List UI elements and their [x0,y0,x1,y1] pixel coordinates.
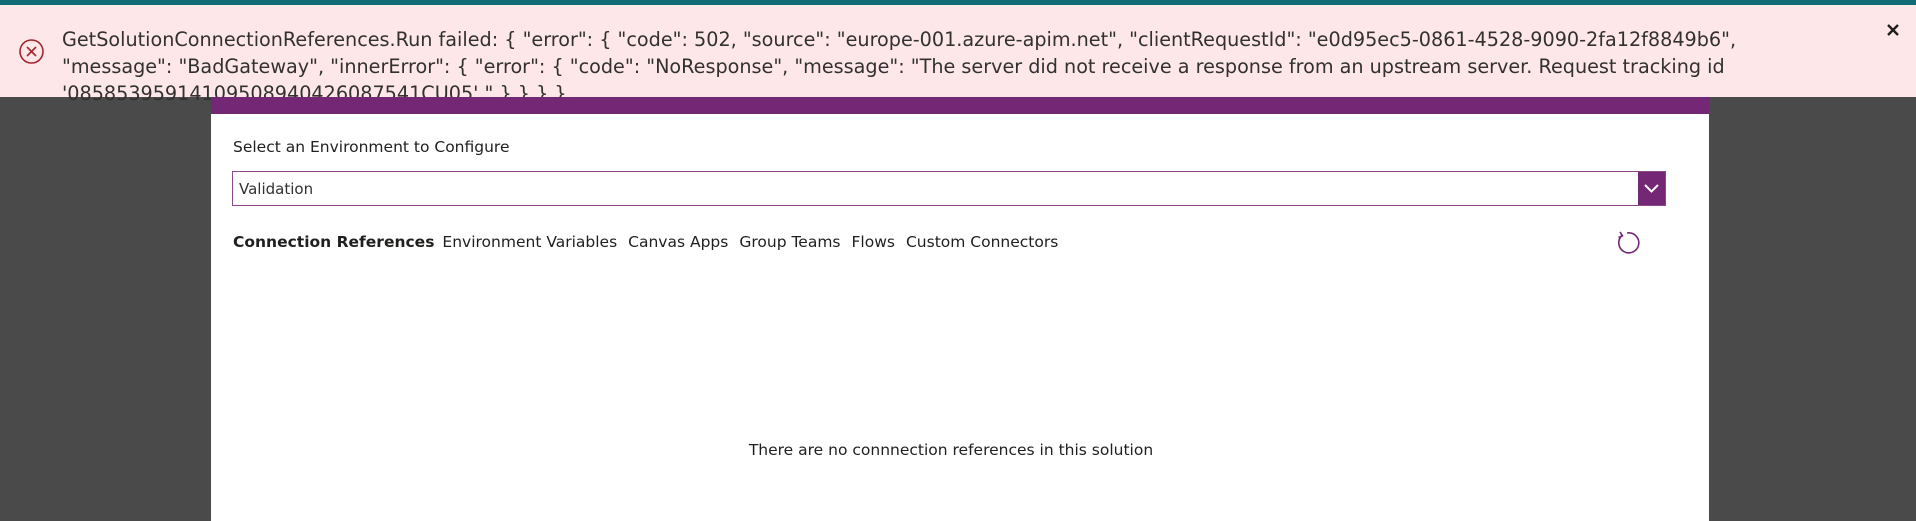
tab-environment-variables[interactable]: Environment Variables [442,233,617,251]
close-icon[interactable] [1882,19,1904,41]
chevron-down-icon[interactable] [1638,172,1665,205]
error-message: GetSolutionConnectionReferences.Run fail… [62,28,1737,105]
tab-flows[interactable]: Flows [852,233,895,251]
error-circle-icon [18,38,45,65]
tab-bar: Connection References Environment Variab… [233,231,1069,253]
tab-canvas-apps[interactable]: Canvas Apps [628,233,728,251]
tab-group-teams[interactable]: Group Teams [739,233,840,251]
error-banner: GetSolutionConnectionReferences.Run fail… [0,5,1916,105]
configure-dialog: Select an Environment to Configure Valid… [211,97,1709,521]
refresh-icon[interactable] [1614,230,1640,256]
environment-select-value: Validation [239,180,314,198]
empty-state-message: There are no connnection references in t… [748,441,1154,459]
tab-connection-references[interactable]: Connection References [233,233,434,251]
tab-custom-connectors[interactable]: Custom Connectors [906,233,1058,251]
environment-label: Select an Environment to Configure [233,138,510,156]
environment-select[interactable]: Validation [232,171,1666,206]
dialog-header [211,97,1709,114]
